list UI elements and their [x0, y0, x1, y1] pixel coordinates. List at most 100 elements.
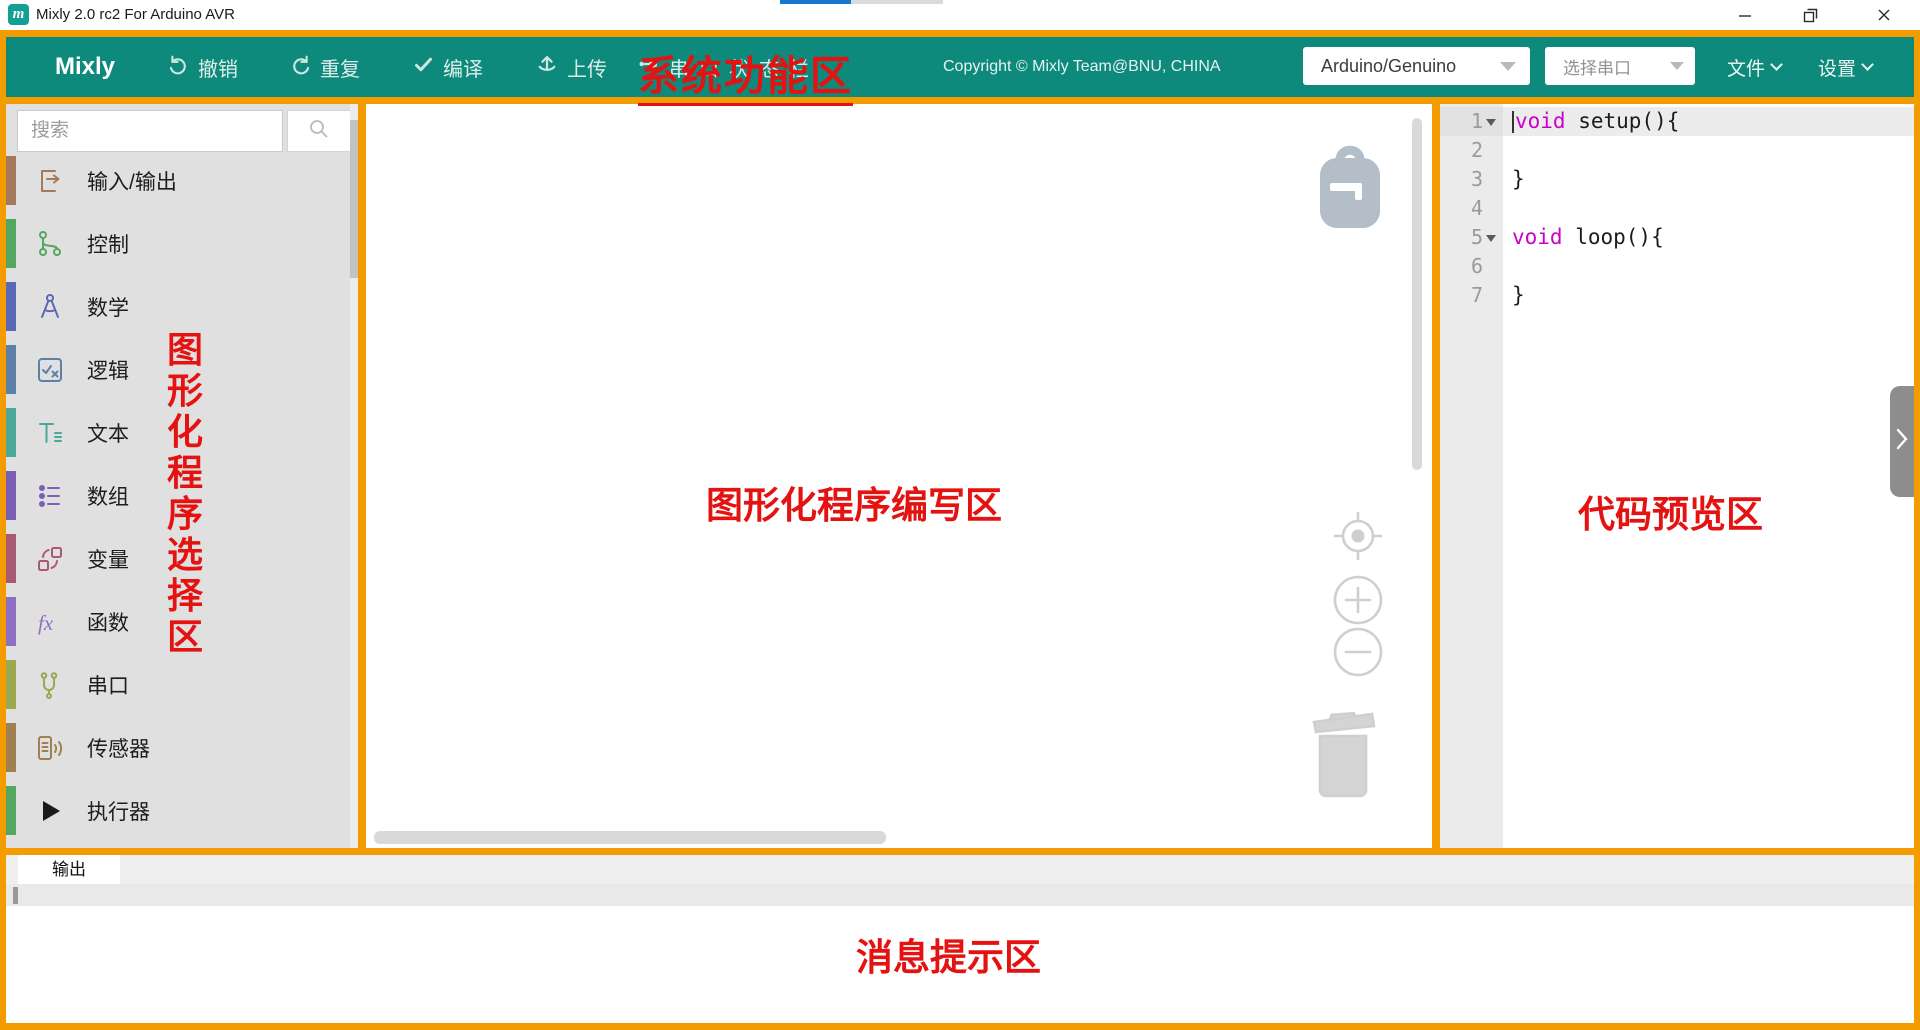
frame-border-top — [0, 30, 1920, 37]
category-color-bar — [6, 345, 16, 394]
chevron-down-icon — [1861, 58, 1874, 71]
frame-border-right — [1914, 30, 1920, 1030]
redo-button[interactable]: 重复 — [290, 37, 360, 97]
category-color-bar — [6, 408, 16, 457]
sidebar-item-category-10[interactable]: 执行器 — [6, 779, 352, 842]
canvas-horizontal-scrollbar[interactable] — [374, 831, 886, 844]
panel-collapse-handle[interactable] — [1890, 386, 1914, 497]
brand-mixly: Mixly — [55, 37, 115, 97]
console-line[interactable] — [6, 884, 1914, 906]
annotation-code-area: 代码预览区 — [1578, 484, 1763, 538]
zoom-in-icon[interactable] — [1332, 574, 1384, 631]
restore-icon[interactable] — [1792, 2, 1828, 28]
category-color-bar — [6, 723, 16, 772]
port-select-value: 选择串口 — [1545, 54, 1631, 79]
annotation-message-area: 消息提示区 — [856, 927, 1041, 981]
line-number: 6 — [1471, 252, 1483, 281]
category-label: 数学 — [87, 292, 129, 322]
category-label: 数组 — [87, 481, 129, 511]
search-icon — [308, 118, 330, 145]
category-label: 控制 — [87, 229, 129, 259]
function-icon: fx — [35, 607, 65, 637]
canvas-vertical-scrollbar[interactable] — [1412, 118, 1422, 470]
undo-button[interactable]: 撤销 — [168, 37, 238, 97]
message-tab-bar — [6, 855, 1914, 884]
trash-icon[interactable] — [1310, 702, 1380, 807]
svg-text:fx: fx — [38, 611, 54, 635]
category-color-bar — [6, 282, 16, 331]
category-label: 输入/输出 — [87, 166, 177, 196]
search-input[interactable] — [17, 110, 283, 152]
text-caret — [1512, 111, 1514, 133]
code-divider — [1432, 104, 1440, 848]
background-window-strip-track — [851, 0, 943, 4]
menu-file[interactable]: 文件 — [1727, 37, 1781, 97]
category-color-bar — [6, 597, 16, 646]
upload-button[interactable]: 上传 — [536, 37, 607, 97]
board-select-value: Arduino/Genuino — [1303, 56, 1456, 77]
text-icon — [35, 418, 65, 448]
upload-label: 上传 — [567, 53, 607, 82]
fold-spacer — [1486, 174, 1498, 186]
menu-settings-label: 设置 — [1818, 54, 1856, 81]
category-label: 串口 — [87, 670, 129, 700]
fold-spacer — [1486, 261, 1498, 273]
fold-arrow-icon[interactable] — [1486, 232, 1498, 244]
category-color-bar — [6, 534, 16, 583]
code-line: 4 — [1440, 194, 1914, 223]
minimize-icon[interactable] — [1727, 2, 1763, 28]
upload-icon — [536, 53, 558, 81]
chevron-down-icon — [1670, 62, 1684, 70]
line-number: 3 — [1471, 165, 1483, 194]
category-color-bar — [6, 660, 16, 709]
actuator-icon — [35, 796, 65, 826]
compile-button[interactable]: 编译 — [413, 37, 483, 97]
line-number: 1 — [1471, 107, 1483, 136]
annotation-canvas-area: 图形化程序编写区 — [706, 475, 1002, 529]
code-line: 3} — [1440, 165, 1914, 194]
toolbar: Mixly 撤销 重复 编译 上传 串口状态栏 Copyright © Mixl… — [6, 37, 1914, 97]
category-color-bar — [6, 786, 16, 835]
category-label: 函数 — [87, 607, 129, 637]
copyright-text: Copyright © Mixly Team@BNU, CHINA — [943, 37, 1221, 97]
frame-border-bottom — [0, 1023, 1920, 1030]
sidebar-item-category-1[interactable]: 控制 — [6, 212, 352, 275]
code-line: 6 — [1440, 252, 1914, 281]
category-color-bar — [6, 156, 16, 205]
line-number: 2 — [1471, 136, 1483, 165]
serial-icon — [35, 670, 65, 700]
title-bar: m Mixly 2.0 rc2 For Arduino AVR — [0, 0, 1920, 30]
category-label: 传感器 — [87, 733, 150, 763]
code-line: 2 — [1440, 136, 1914, 165]
menu-settings[interactable]: 设置 — [1818, 37, 1872, 97]
sidebar-item-category-8[interactable]: 串口 — [6, 653, 352, 716]
tab-output[interactable]: 输出 — [18, 855, 120, 884]
fold-arrow-icon[interactable] — [1486, 116, 1498, 128]
chevron-down-icon — [1500, 62, 1516, 71]
code-lines: 1void setup(){23}45void loop(){67} — [1440, 107, 1914, 310]
center-view-icon[interactable] — [1332, 510, 1384, 567]
sidebar-scrollbar-thumb[interactable] — [350, 120, 358, 278]
logic-icon — [35, 355, 65, 385]
undo-icon — [168, 54, 189, 81]
zoom-out-icon[interactable] — [1332, 626, 1384, 683]
mixly-app-window: m Mixly 2.0 rc2 For Arduino AVR Mixly 撤销… — [0, 0, 1920, 1030]
sidebar-item-category-0[interactable]: 输入/输出 — [6, 149, 352, 212]
search-button[interactable] — [287, 110, 351, 152]
chevron-down-icon — [1770, 58, 1783, 71]
chevron-right-icon — [1895, 427, 1909, 456]
toolbar-divider — [0, 97, 1920, 104]
sidebar-item-category-2[interactable]: 数学 — [6, 275, 352, 338]
console-caret — [13, 887, 18, 904]
category-label: 逻辑 — [87, 355, 129, 385]
background-window-strip — [780, 0, 851, 4]
board-select[interactable]: Arduino/Genuino — [1303, 47, 1530, 85]
backpack-icon[interactable] — [1314, 136, 1386, 237]
sidebar-item-category-9[interactable]: 传感器 — [6, 716, 352, 779]
code-line: 7} — [1440, 281, 1914, 310]
category-label: 文本 — [87, 418, 129, 448]
redo-label: 重复 — [320, 53, 360, 82]
annotation-sidebar-vertical: 图形化程序选择区 — [162, 330, 208, 658]
port-select[interactable]: 选择串口 — [1545, 47, 1695, 85]
close-icon[interactable] — [1866, 2, 1902, 28]
